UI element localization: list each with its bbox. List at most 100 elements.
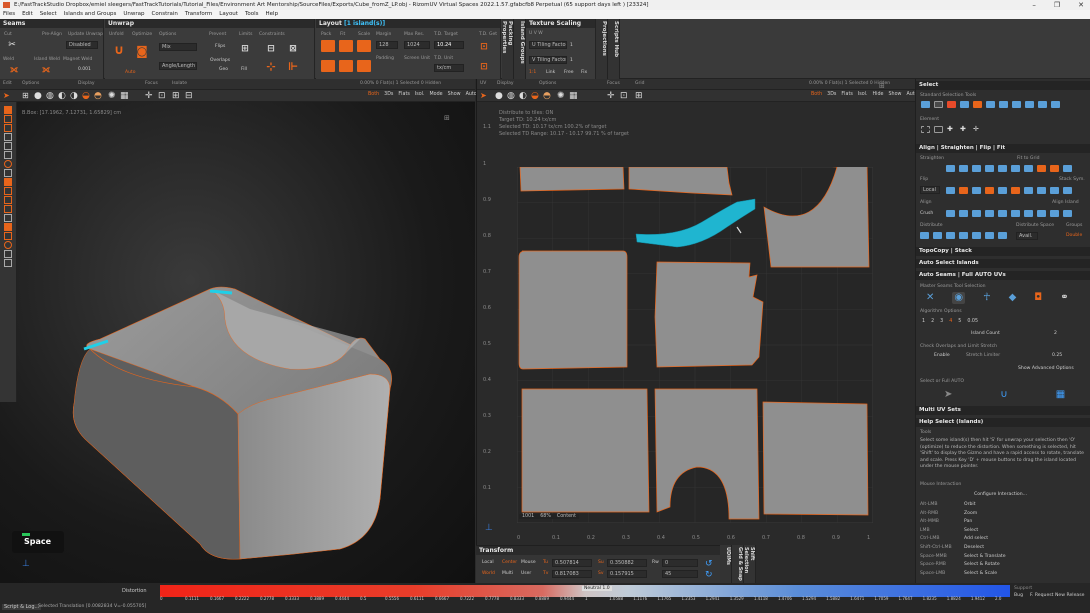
viewport-uv[interactable]: UV Display Options Focus Grid 0.00% 0 Fl… [476, 79, 918, 545]
world-button[interactable]: World [482, 571, 495, 576]
script-log-button[interactable]: Script & Log... [2, 604, 42, 610]
auto-unwrap-icon[interactable]: ∪ [1000, 389, 1007, 400]
packing-properties-tab[interactable]: Packing Properties [501, 19, 514, 79]
distribute-c-icon[interactable] [946, 232, 955, 239]
weld-tool-icon[interactable] [4, 232, 12, 240]
tu-field[interactable]: 0.507814 [552, 559, 592, 567]
straighten-f-icon[interactable] [1011, 165, 1020, 172]
checker-sphere-icon[interactable]: ◐ [58, 91, 66, 101]
cut-tool-icon[interactable] [4, 223, 12, 231]
show-advanced-button[interactable]: Show Advanced Options [1018, 366, 1074, 371]
uv-distortion-icon[interactable]: ◒ [531, 91, 539, 101]
fit-icon[interactable] [339, 40, 353, 52]
view-cube-icon[interactable]: ⊞ [444, 114, 450, 122]
maximize-button[interactable]: ❐ [1054, 0, 1060, 10]
menu-files[interactable]: Files [3, 10, 15, 19]
distribute-a-icon[interactable] [920, 232, 929, 239]
deselect-icon[interactable] [947, 101, 956, 108]
menu-islands-groups[interactable]: Islands and Groups [64, 10, 117, 19]
edit-menu[interactable]: Edit [3, 81, 12, 86]
u-tiling-field[interactable]: U Tiling Factor [529, 41, 567, 49]
uv-checker-icon[interactable]: ◐ [519, 91, 527, 101]
select-overlap-icon[interactable] [1025, 101, 1034, 108]
overlaps-label[interactable]: Overlaps [210, 58, 230, 63]
align-section[interactable]: Align | Straighten | Flip | Fit [916, 144, 1090, 153]
tv-field[interactable]: 0.817083 [552, 570, 592, 578]
auto-seams-section[interactable]: Auto Seams | Full AUTO UVs [916, 271, 1090, 280]
rotate-cw-icon[interactable]: ↻ [705, 570, 713, 580]
optimize-icon[interactable]: ◙ [136, 45, 148, 57]
multi-button[interactable]: Multi [502, 571, 513, 576]
fit-grid-b-icon[interactable] [1050, 165, 1059, 172]
seams-mode-f-icon[interactable]: ⚭ [1060, 292, 1068, 304]
select-poly-icon[interactable] [4, 124, 12, 132]
minimize-button[interactable]: – [1032, 0, 1036, 10]
magnet-weld-value[interactable]: 0.001 [78, 67, 91, 72]
uv-mode-3ds[interactable]: 3Ds [827, 92, 836, 97]
pack-islands-icon[interactable] [321, 60, 335, 72]
island-weld-icon[interactable]: ⟗ [40, 64, 52, 76]
align-island-c-icon[interactable] [1050, 210, 1059, 217]
select-all-icon[interactable] [921, 101, 930, 108]
select-island-icon[interactable] [4, 133, 12, 141]
camera-icon[interactable]: ⊞ [22, 91, 29, 100]
configure-interaction-button[interactable]: Configure Interaction... [974, 492, 1027, 497]
fit-grid-a-icon[interactable] [1037, 165, 1046, 172]
invert-selection-icon[interactable] [960, 101, 969, 108]
uv-menu[interactable]: UV [480, 81, 486, 86]
flip-d-icon[interactable] [1011, 187, 1020, 194]
straighten-e-icon[interactable] [998, 165, 1007, 172]
crush-button[interactable]: Crush [920, 211, 933, 216]
td-set-icon[interactable]: ⊡ [478, 61, 490, 73]
level-5[interactable]: 5 [958, 319, 961, 324]
new-release-link[interactable]: New Release [1055, 593, 1084, 598]
uv-frame-icon[interactable]: ⊡ [620, 91, 628, 101]
flip-c-icon[interactable] [998, 187, 1007, 194]
rw-field[interactable]: 0 [662, 559, 698, 567]
scripts-hub-tab[interactable]: Scripts Hub [608, 19, 620, 79]
uv-mode-hide[interactable]: Hide [873, 92, 884, 97]
level-3[interactable]: 3 [940, 319, 943, 324]
select-flipped-icon[interactable] [1012, 101, 1021, 108]
shift-selection-tab[interactable]: Shift Selection [743, 545, 756, 583]
help-section[interactable]: Help Select (Islands) [916, 418, 1090, 427]
menu-constrain[interactable]: Constrain [152, 10, 178, 19]
viewport-3d[interactable]: Edit Options Display Focus Isolate 0.00%… [0, 79, 477, 583]
element-polygon-icon[interactable] [934, 126, 943, 133]
texture-sphere-icon[interactable]: ◓ [94, 91, 102, 101]
uv-tile-1001[interactable] [517, 167, 873, 523]
angle-length-field[interactable]: Angle/Length [159, 62, 197, 70]
unfold-icon[interactable]: ∪ [113, 44, 125, 57]
uv-view-icon[interactable]: ⊞ [879, 82, 885, 90]
user-button[interactable]: User [521, 571, 531, 576]
sphere-icon[interactable]: ● [34, 91, 42, 101]
level-4[interactable]: 4 [949, 319, 952, 324]
uv-tiles-icon[interactable]: ▦ [569, 91, 578, 101]
su-field[interactable]: 0.350882 [607, 559, 647, 567]
distribute-e-icon[interactable] [972, 232, 981, 239]
grid-icon[interactable]: ▦ [120, 91, 129, 101]
ratio-button[interactable]: 1:1 [529, 70, 536, 75]
align-island-d-icon[interactable] [1063, 210, 1072, 217]
mode-flats[interactable]: Flats [398, 92, 409, 97]
focus-icon[interactable]: ✛ [145, 91, 153, 101]
grow-selection-icon[interactable] [986, 101, 995, 108]
center-button[interactable]: Center [502, 560, 517, 565]
local-button[interactable]: Local [482, 560, 494, 565]
x2-icon[interactable] [4, 196, 12, 204]
flip-h-icon[interactable] [1063, 187, 1072, 194]
u-tiling-value[interactable]: 1 [570, 43, 573, 48]
uv-mode-isol[interactable]: Isol. [858, 92, 868, 97]
pack-icon[interactable] [321, 40, 335, 52]
uv-grid-menu[interactable]: Grid [635, 81, 644, 86]
isolate-b-icon[interactable]: ⊟ [185, 91, 193, 101]
seams-mode-d-icon[interactable]: ◆ [1009, 292, 1017, 304]
uv-lights-icon[interactable]: ✺ [557, 91, 565, 101]
align-island-a-icon[interactable] [1024, 210, 1033, 217]
island-groups-tab[interactable]: Island Groups [514, 19, 526, 79]
shield-icon[interactable] [4, 205, 12, 213]
uv-options-menu[interactable]: Options [539, 81, 556, 86]
flip-v-icon[interactable] [959, 187, 968, 194]
update-unwrap-select[interactable]: Disabled [66, 41, 98, 49]
topocopy-section[interactable]: TopoCopy | Stack [916, 247, 1090, 256]
